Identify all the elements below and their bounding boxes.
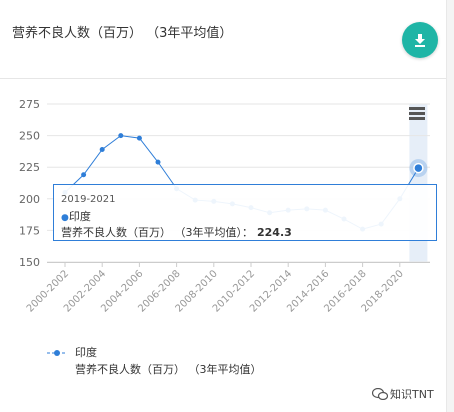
- tooltip-series-dot: ●: [61, 213, 69, 223]
- tooltip-metric: 营养不良人数（百万） （3年平均值）： 224.3: [61, 224, 292, 240]
- data-point: [99, 147, 105, 153]
- legend-metric-label: 营养不良人数（百万） （3年平均值）: [75, 363, 262, 376]
- x-axis: 2000-20022002-20042004-20062006-20082008…: [25, 262, 430, 315]
- tooltip-series-name: 印度: [68, 210, 91, 223]
- watermark: 知识TNT: [372, 386, 434, 402]
- y-tick-label: 250: [19, 130, 40, 143]
- y-axis: 150 175 200 225 250 275: [19, 98, 40, 269]
- tooltip-period: 2019-2021: [61, 194, 116, 205]
- chart-card: 营养不良人数（百万） （3年平均值） 150 175 200 225 250 275 20…: [0, 0, 447, 412]
- chart-menu-button[interactable]: [406, 106, 428, 124]
- y-tick-label: 225: [19, 161, 40, 174]
- data-point: [413, 162, 424, 174]
- line-chart: 150 175 200 225 250 275 2000-20022002-2004200…: [19, 98, 430, 315]
- data-point: [118, 133, 124, 139]
- y-tick-label: 150: [19, 256, 40, 269]
- y-tick-label: 175: [19, 224, 40, 237]
- legend-marker-icon: [47, 350, 67, 356]
- y-tick-label: 200: [19, 193, 40, 206]
- chart-tooltip: 2019-2021 ●印度 营养不良人数（百万） （3年平均值）： 224.3: [53, 184, 437, 241]
- tooltip-series: ●印度: [61, 208, 91, 224]
- y-tick-label: 275: [19, 98, 40, 111]
- tooltip-metric-label: 营养不良人数（百万） （3年平均值）：: [61, 226, 253, 239]
- data-point: [81, 172, 87, 178]
- watermark-text: 知识TNT: [390, 388, 434, 401]
- wechat-icon: [372, 388, 388, 400]
- data-point: [155, 159, 161, 165]
- tooltip-value: 224.3: [257, 226, 292, 239]
- hamburger-menu-icon: [409, 107, 425, 110]
- data-point: [136, 135, 142, 141]
- legend-series-name: 印度: [75, 346, 97, 359]
